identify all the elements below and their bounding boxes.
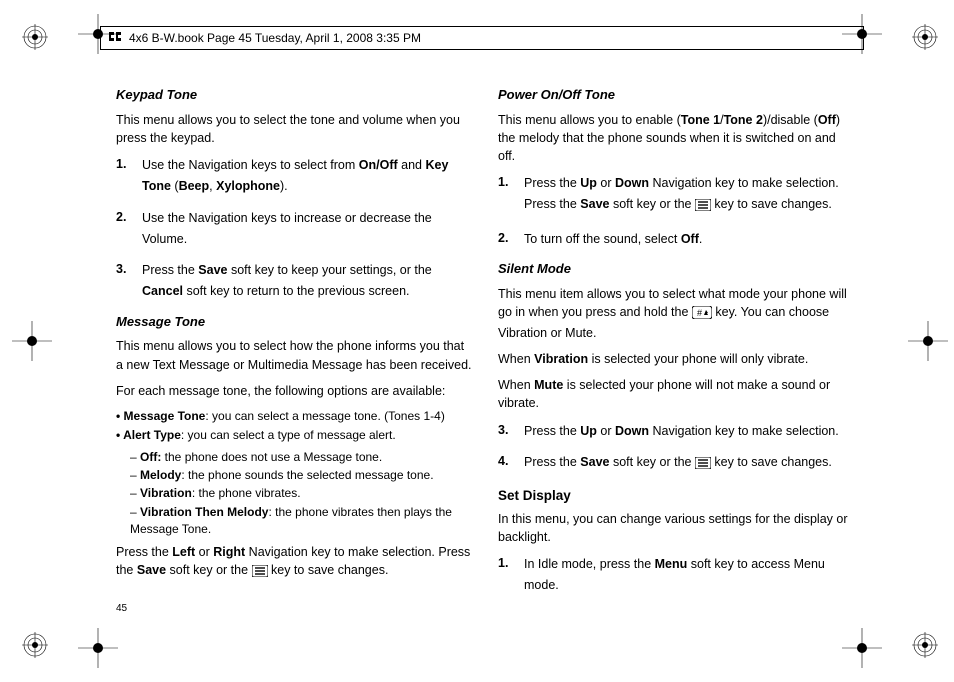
- heading-message-tone: Message Tone: [116, 313, 472, 332]
- right-column: Power On/Off Tone This menu allows you t…: [498, 82, 854, 592]
- heading-silent-mode: Silent Mode: [498, 260, 854, 279]
- list-item: 1.Use the Navigation keys to select from…: [116, 155, 472, 198]
- silent-mute: When Mute is selected your phone will no…: [498, 376, 854, 412]
- display-intro: In this menu, you can change various set…: [498, 510, 854, 546]
- crop-mark-icon: [842, 628, 882, 668]
- power-intro: This menu allows you to enable (Tone 1/T…: [498, 111, 854, 165]
- list-item: 2.Use the Navigation keys to increase or…: [116, 208, 472, 251]
- heading-set-display: Set Display: [498, 486, 854, 506]
- registration-mark-icon: [912, 24, 938, 50]
- page-number: 45: [116, 603, 127, 614]
- list-item: 3.Press the Up or Down Navigation key to…: [498, 421, 854, 442]
- silent-intro: This menu item allows you to select what…: [498, 285, 854, 342]
- list-item: 2.To turn off the sound, select Off.: [498, 229, 854, 250]
- message-sub-items: Off: the phone does not use a Message to…: [130, 449, 472, 539]
- message-bullets: Message Tone: you can select a message t…: [116, 408, 472, 445]
- list-item: 1.In Idle mode, press the Menu soft key …: [498, 554, 854, 597]
- svg-text:#: #: [697, 308, 702, 318]
- frame-header: 4x6 B-W.book Page 45 Tuesday, April 1, 2…: [100, 26, 864, 50]
- silent-steps: 3.Press the Up or Down Navigation key to…: [498, 421, 854, 477]
- list-item: Off: the phone does not use a Message to…: [130, 449, 472, 466]
- list-item: Alert Type: you can select a type of mes…: [116, 427, 472, 444]
- menu-key-icon: [252, 564, 268, 582]
- crop-mark-icon: [78, 628, 118, 668]
- message-intro1: This menu allows you to select how the p…: [116, 337, 472, 373]
- list-item: 4.Press the Save soft key or the key to …: [498, 452, 854, 476]
- message-outro: Press the Left or Right Navigation key t…: [116, 543, 472, 582]
- registration-mark-icon: [22, 632, 48, 658]
- left-column: Keypad Tone This menu allows you to sele…: [116, 82, 472, 592]
- menu-key-icon: [695, 197, 711, 218]
- list-item: 3.Press the Save soft key to keep your s…: [116, 260, 472, 303]
- list-item: Melody: the phone sounds the selected me…: [130, 467, 472, 484]
- menu-key-icon: [695, 455, 711, 476]
- keypad-steps: 1.Use the Navigation keys to select from…: [116, 155, 472, 303]
- registration-mark-icon: [22, 24, 48, 50]
- framemaker-icon: [107, 30, 123, 46]
- frame-header-text: 4x6 B-W.book Page 45 Tuesday, April 1, 2…: [129, 31, 421, 45]
- list-item: Vibration: the phone vibrates.: [130, 485, 472, 502]
- list-item: Vibration Then Melody: the phone vibrate…: [130, 504, 472, 539]
- message-intro2: For each message tone, the following opt…: [116, 382, 472, 400]
- crop-mark-icon: [908, 321, 948, 361]
- hash-key-icon: #: [692, 306, 712, 324]
- list-item: 1.Press the Up or Down Navigation key to…: [498, 173, 854, 219]
- heading-keypad-tone: Keypad Tone: [116, 86, 472, 105]
- silent-vibration: When Vibration is selected your phone wi…: [498, 350, 854, 368]
- power-steps: 1.Press the Up or Down Navigation key to…: [498, 173, 854, 250]
- crop-mark-icon: [12, 321, 52, 361]
- keypad-intro: This menu allows you to select the tone …: [116, 111, 472, 147]
- heading-power-tone: Power On/Off Tone: [498, 86, 854, 105]
- registration-mark-icon: [912, 632, 938, 658]
- list-item: Message Tone: you can select a message t…: [116, 408, 472, 425]
- display-steps: 1.In Idle mode, press the Menu soft key …: [498, 554, 854, 597]
